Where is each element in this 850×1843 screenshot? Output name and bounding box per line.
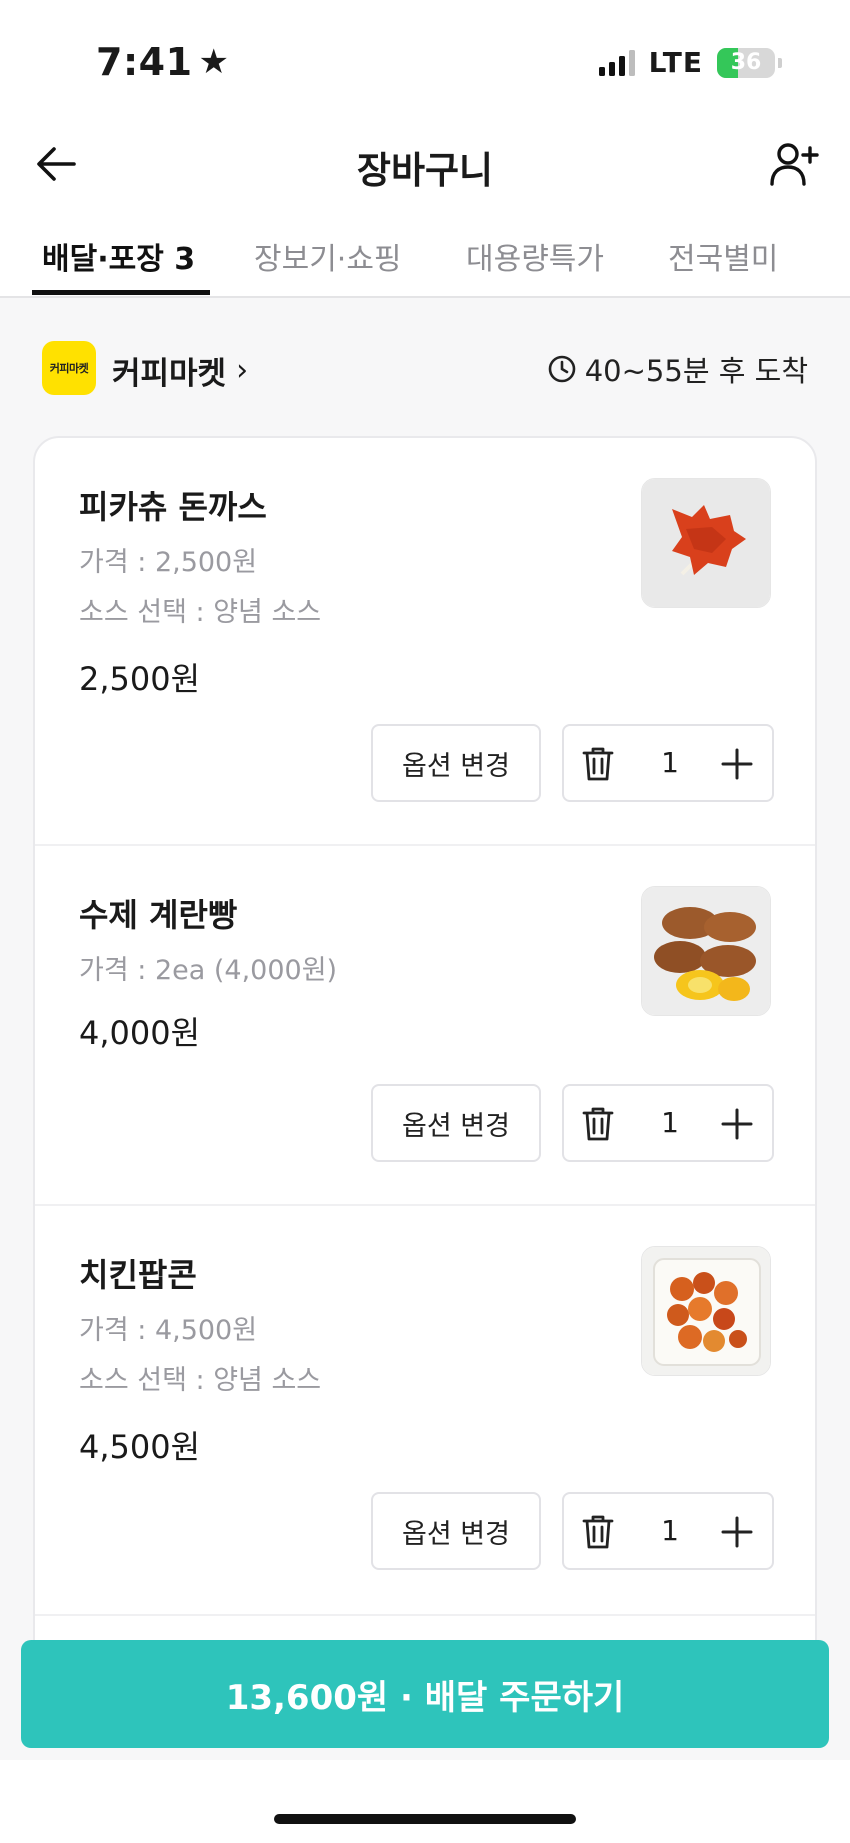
item-option: 가격 : 4,500원 bbox=[79, 1315, 258, 1346]
store-logo-text: 커피마켓 bbox=[49, 362, 89, 375]
quantity-stepper: 1 bbox=[562, 724, 774, 802]
clock-icon bbox=[548, 355, 576, 383]
item-name: 피카츄 돈까스 bbox=[79, 488, 267, 526]
item-option: 가격 : 2ea (4,000원) bbox=[79, 955, 338, 986]
change-option-button[interactable]: 옵션 변경 bbox=[371, 1084, 541, 1162]
item-price: 2,500원 bbox=[79, 660, 201, 698]
bottom-safe-area bbox=[0, 1760, 850, 1843]
item-option: 가격 : 2,500원 bbox=[79, 547, 258, 578]
plus-icon[interactable] bbox=[718, 1105, 756, 1143]
chevron-right-icon: › bbox=[236, 353, 249, 388]
cart-item: 수제 계란빵 가격 : 2ea (4,000원) 4,000원 옵션 변경 1 bbox=[35, 846, 815, 1206]
change-option-button[interactable]: 옵션 변경 bbox=[371, 724, 541, 802]
cart-items-card: 피카츄 돈까스 가격 : 2,500원 소스 선택 : 양념 소스 2,500원… bbox=[33, 436, 817, 1686]
trash-icon[interactable] bbox=[580, 745, 616, 783]
item-price: 4,500원 bbox=[79, 1428, 201, 1466]
plus-icon[interactable] bbox=[718, 745, 756, 783]
item-thumbnail bbox=[641, 886, 771, 1016]
quantity-value: 1 bbox=[661, 746, 679, 779]
network-type: LTE bbox=[648, 46, 703, 79]
cart-item: 치킨팝콘 가격 : 4,500원 소스 선택 : 양념 소스 4,500원 옵션… bbox=[35, 1206, 815, 1616]
item-price: 4,000원 bbox=[79, 1014, 201, 1052]
quantity-value: 1 bbox=[661, 1106, 679, 1139]
battery-icon: 36 bbox=[717, 47, 775, 78]
app-header: 장바구니 bbox=[0, 120, 850, 220]
item-name: 치킨팝콘 bbox=[79, 1256, 197, 1294]
delivery-eta: 40~55분 후 도착 bbox=[547, 348, 808, 390]
signal-icon bbox=[598, 49, 635, 76]
tab-regional-specialties[interactable]: 전국별미 bbox=[668, 234, 778, 278]
add-user-icon[interactable] bbox=[768, 138, 820, 190]
status-time: 7:41 ★ bbox=[96, 40, 230, 84]
order-delivery-button[interactable]: 13,600원 · 배달 주문하기 bbox=[21, 1640, 829, 1748]
tab-shopping[interactable]: 장보기·쇼핑 bbox=[254, 234, 402, 278]
status-bar: 7:41 ★ LTE 36 bbox=[0, 0, 850, 120]
change-option-button[interactable]: 옵션 변경 bbox=[371, 1492, 541, 1570]
item-thumbnail bbox=[641, 1246, 771, 1376]
store-link[interactable]: 커피마켓 › bbox=[112, 348, 248, 393]
plus-icon[interactable] bbox=[718, 1513, 756, 1551]
active-tab-indicator bbox=[32, 290, 210, 295]
tab-bulk-deals[interactable]: 대용량특가 bbox=[466, 234, 604, 278]
quantity-stepper: 1 bbox=[562, 1084, 774, 1162]
store-logo: 커피마켓 bbox=[42, 341, 96, 395]
quantity-value: 1 bbox=[661, 1514, 679, 1547]
item-option: 소스 선택 : 양념 소스 bbox=[79, 1365, 322, 1396]
battery-cap bbox=[778, 57, 782, 68]
store-row: 커피마켓 커피마켓 › 40~55분 후 도착 bbox=[0, 300, 850, 430]
category-tabs: 배달·포장 3 장보기·쇼핑 대용량특가 전국별미 bbox=[0, 220, 850, 298]
status-indicators: LTE 36 bbox=[598, 46, 782, 79]
cart-item: 피카츄 돈까스 가격 : 2,500원 소스 선택 : 양념 소스 2,500원… bbox=[35, 438, 815, 846]
eta-text: 40~55분 후 도착 bbox=[584, 354, 808, 388]
home-indicator[interactable] bbox=[274, 1814, 576, 1824]
trash-icon[interactable] bbox=[580, 1513, 616, 1551]
time-text: 7:41 bbox=[96, 40, 193, 84]
tab-delivery[interactable]: 배달·포장 3 bbox=[42, 234, 195, 278]
item-option: 소스 선택 : 양념 소스 bbox=[79, 597, 322, 628]
battery-percent: 36 bbox=[730, 49, 762, 75]
page-title: 장바구니 bbox=[356, 149, 494, 192]
store-name: 커피마켓 bbox=[112, 356, 227, 392]
star-icon: ★ bbox=[198, 42, 230, 82]
item-thumbnail bbox=[641, 478, 771, 608]
trash-icon[interactable] bbox=[580, 1105, 616, 1143]
item-name: 수제 계란빵 bbox=[79, 896, 238, 934]
quantity-stepper: 1 bbox=[562, 1492, 774, 1570]
